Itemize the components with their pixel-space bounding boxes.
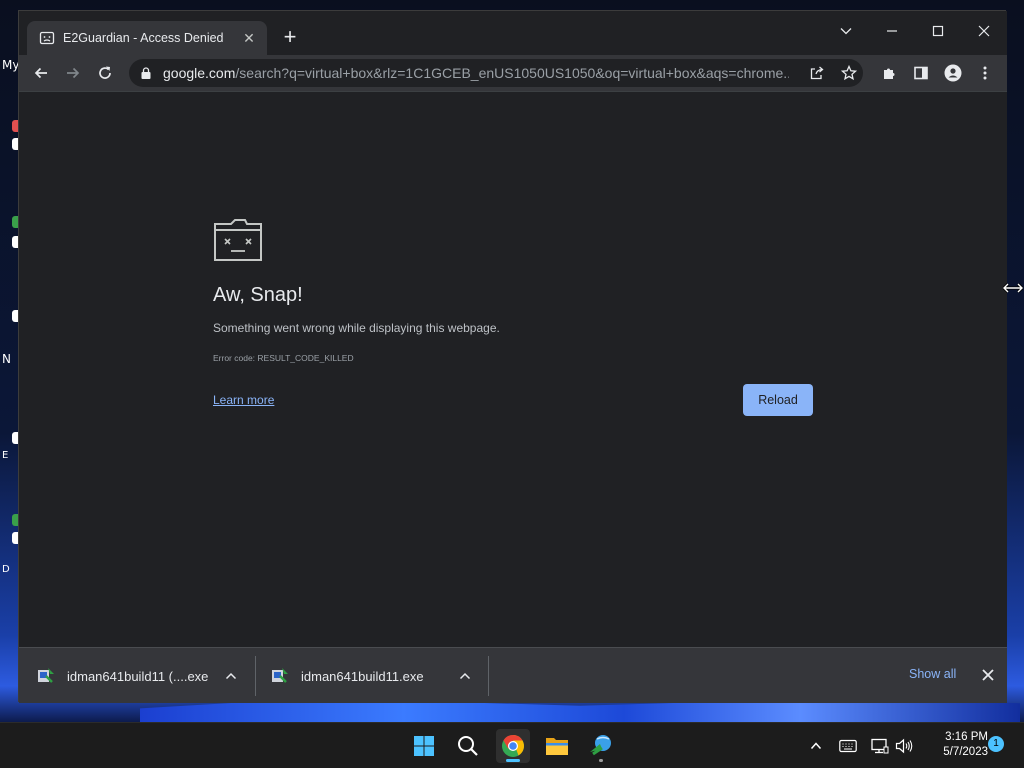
internet-download-manager-icon: [590, 735, 611, 756]
close-downloads-bar-button[interactable]: [979, 666, 997, 684]
clock-time: 3:16 PM: [945, 731, 988, 743]
sad-folder-icon: [214, 219, 262, 261]
desktop-icon-label[interactable]: My: [2, 58, 19, 72]
volume-icon: [895, 738, 913, 754]
installer-file-icon: [272, 668, 288, 683]
extensions-button[interactable]: [875, 59, 903, 87]
chevron-up-icon: [225, 672, 237, 680]
learn-more-link[interactable]: Learn more: [213, 393, 274, 407]
active-app-indicator: [506, 759, 520, 762]
running-app-indicator: [599, 759, 603, 762]
chevron-down-icon: [840, 28, 852, 35]
desktop-icon-label[interactable]: N: [2, 352, 11, 366]
bookmark-button[interactable]: [839, 63, 859, 83]
new-tab-button[interactable]: +: [277, 25, 303, 51]
minimize-button[interactable]: [869, 17, 915, 45]
arrow-right-icon: [67, 67, 80, 79]
network-icon: [871, 738, 889, 754]
url-text[interactable]: google.com/search?q=virtual+box&rlz=1C1G…: [163, 65, 789, 81]
forward-button[interactable]: [59, 59, 87, 87]
show-hidden-icons-button[interactable]: [806, 736, 826, 756]
share-icon: [810, 66, 824, 80]
notification-badge[interactable]: 1: [988, 736, 1004, 752]
taskbar-search-button[interactable]: [451, 729, 485, 763]
download-filename: idman641build11 (....exe: [67, 668, 209, 684]
taskbar-file-explorer[interactable]: [540, 729, 574, 763]
file-explorer-icon: [546, 738, 568, 755]
error-code: Error code: RESULT_CODE_KILLED: [213, 353, 354, 363]
installer-file-icon: [38, 668, 54, 683]
back-button[interactable]: [27, 59, 55, 87]
profile-button[interactable]: [939, 59, 967, 87]
taskbar-internet-download-manager[interactable]: [584, 729, 618, 763]
download-filename: idman641build11.exe: [301, 668, 424, 684]
show-all-downloads-link[interactable]: Show all: [909, 667, 956, 681]
downloads-bar: idman641build11 (....exe idman641build11…: [19, 647, 1007, 703]
desktop-icons: My N E D: [0, 56, 19, 596]
tab-title: E2Guardian - Access Denied: [63, 31, 224, 45]
taskbar-chrome[interactable]: [496, 729, 530, 763]
maximize-button[interactable]: [915, 17, 961, 45]
reload-toolbar-button[interactable]: [91, 59, 119, 87]
touch-keyboard-button[interactable]: [838, 736, 858, 756]
tab-strip: E2Guardian - Access Denied ✕ +: [19, 11, 1007, 55]
download-item[interactable]: idman641build11.exe: [271, 654, 487, 698]
download-separator: [488, 656, 489, 696]
arrow-left-icon: [34, 67, 47, 79]
clock-date: 5/7/2023: [943, 746, 988, 758]
chevron-up-icon: [459, 672, 471, 680]
side-panel-button[interactable]: [907, 59, 935, 87]
extensions-icon: [884, 68, 895, 79]
resize-cursor-icon: [1003, 282, 1023, 294]
volume-button[interactable]: [894, 736, 914, 756]
close-window-button[interactable]: [961, 17, 1007, 45]
chrome-icon: [502, 735, 524, 757]
url-host: google.com: [163, 65, 236, 81]
profile-icon: [944, 64, 962, 82]
close-icon: [982, 669, 994, 681]
url-path: /search?q=virtual+box&rlz=1C1GCEB_enUS10…: [235, 65, 789, 81]
taskbar-clock[interactable]: 3:16 PM 5/7/2023: [922, 730, 988, 760]
download-item[interactable]: idman641build11 (....exe: [37, 654, 253, 698]
keyboard-icon: [839, 739, 857, 753]
lock-icon[interactable]: [139, 66, 153, 80]
maximize-icon: [932, 25, 944, 37]
network-button[interactable]: [870, 736, 890, 756]
menu-icon: [983, 66, 987, 80]
tab-search-button[interactable]: [823, 17, 869, 45]
share-button[interactable]: [807, 63, 827, 83]
address-bar[interactable]: google.com/search?q=virtual+box&rlz=1C1G…: [129, 59, 863, 87]
download-options-button[interactable]: [223, 668, 239, 684]
close-icon: [978, 25, 990, 37]
menu-button[interactable]: [971, 59, 999, 87]
search-icon: [458, 736, 478, 756]
sad-page-icon: [39, 31, 55, 45]
tab-e2guardian[interactable]: E2Guardian - Access Denied ✕: [27, 21, 267, 55]
reload-button[interactable]: Reload: [743, 384, 813, 416]
start-button[interactable]: [407, 729, 441, 763]
browser-window: E2Guardian - Access Denied ✕ + google.co…: [18, 10, 1007, 703]
taskbar: 3:16 PM 5/7/2023: [0, 722, 1024, 768]
minimize-icon: [887, 30, 897, 32]
error-message: Something went wrong while displaying th…: [213, 321, 500, 335]
side-panel-icon: [914, 66, 928, 80]
download-separator: [255, 656, 256, 696]
page-content: Aw, Snap! Something went wrong while dis…: [19, 91, 1007, 647]
desktop-icon-label[interactable]: E: [2, 450, 8, 461]
star-icon: [841, 65, 857, 81]
desktop-icon-label[interactable]: D: [2, 564, 10, 575]
reload-icon: [99, 66, 111, 79]
windows-start-icon: [414, 736, 434, 756]
chevron-up-icon: [810, 742, 822, 750]
browser-toolbar: google.com/search?q=virtual+box&rlz=1C1G…: [19, 55, 1007, 91]
error-title: Aw, Snap!: [213, 284, 303, 306]
download-options-button[interactable]: [457, 668, 473, 684]
tab-close-icon[interactable]: ✕: [241, 30, 257, 47]
